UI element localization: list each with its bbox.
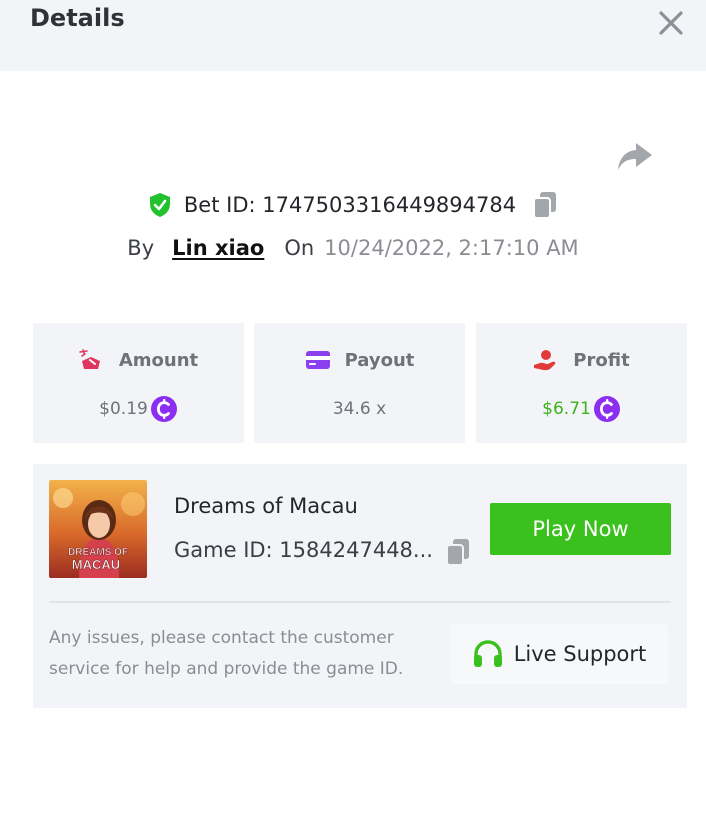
live-support-button[interactable]: Live Support [450, 624, 668, 684]
user-link[interactable]: Lin xiao [172, 236, 264, 260]
profit-label: Profit [573, 349, 630, 371]
bet-meta-row: By Lin xiao On 10/24/2022, 2:17:10 AM [0, 232, 706, 264]
payout-card: Payout 34.6 x [254, 323, 465, 443]
share-icon[interactable] [616, 140, 654, 174]
divider [49, 601, 671, 603]
amount-card: Amount $0.19 [33, 323, 244, 443]
game-panel: DREAMS OF MACAU Dreams of Macau Game ID:… [33, 464, 687, 708]
thumb-text-line2: MACAU [72, 557, 120, 572]
on-label: On [284, 236, 315, 260]
amount-label: Amount [118, 349, 199, 371]
profit-icon [534, 350, 556, 371]
by-label: By [127, 236, 155, 260]
copy-bet-id-icon[interactable] [532, 191, 558, 219]
help-text: Any issues, please contact the customer … [49, 628, 404, 679]
profit-card: Profit $6.71 [476, 323, 687, 443]
close-icon[interactable] [656, 8, 686, 38]
bet-date: 10/24/2022, 2:17:10 AM [324, 236, 579, 260]
details-header: Details [0, 0, 706, 71]
amount-icon [79, 349, 100, 369]
card-icon [305, 351, 330, 369]
coin-icon [150, 396, 177, 422]
game-name: Dreams of Macau [174, 494, 358, 518]
amount-value: $0.19 [99, 399, 148, 419]
bet-id: Bet ID: 1747503316449894784 [183, 193, 517, 217]
profit-value: $6.71 [542, 399, 591, 419]
payout-label: Payout [344, 349, 415, 371]
verified-shield-icon [149, 193, 170, 217]
page-title: Details [30, 4, 125, 32]
game-thumbnail[interactable]: DREAMS OF MACAU [49, 480, 147, 578]
copy-game-id-icon[interactable] [445, 538, 471, 566]
play-now-button[interactable]: Play Now [490, 503, 671, 555]
headset-icon [473, 640, 502, 667]
live-support-label: Live Support [513, 642, 647, 666]
game-id: Game ID: 1584247448... [174, 538, 433, 562]
coin-icon [593, 396, 620, 422]
bet-id-row: Bet ID: 1747503316449894784 [0, 188, 706, 222]
payout-value: 34.6 x [332, 399, 387, 419]
